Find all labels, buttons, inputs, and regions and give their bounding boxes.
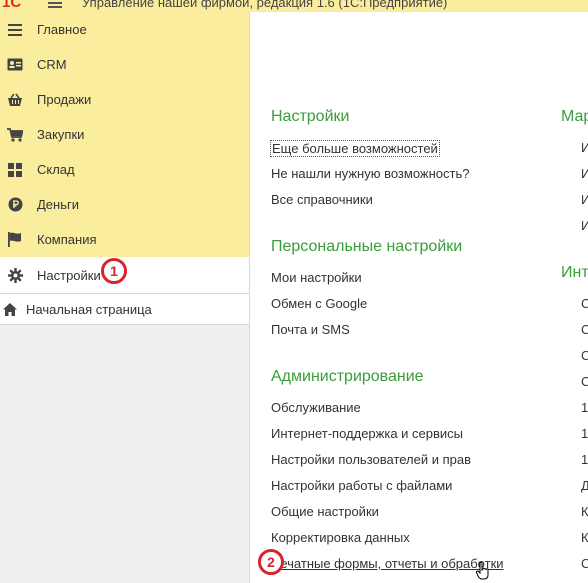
sidebar-item-label: Закупки: [37, 127, 85, 142]
window-title: Управление нашей фирмой, редакция 1.6 (1…: [82, 0, 448, 10]
gear-icon: [7, 267, 23, 283]
sidebar-item-main[interactable]: Главное: [0, 12, 249, 47]
link-col2-item[interactable]: И: [581, 140, 588, 155]
sidebar-item-label: Настройки: [37, 267, 101, 283]
sidebar-item-label: Компания: [37, 232, 97, 247]
sidebar-item-warehouse[interactable]: Склад: [0, 152, 249, 187]
link-file-settings[interactable]: Настройки работы с файлами: [271, 478, 452, 493]
sidebar-item-label: Продажи: [37, 92, 92, 107]
link-col2-item[interactable]: 1: [581, 426, 588, 441]
cart-icon: [7, 127, 23, 143]
section-title-marketing: Мар: [561, 108, 588, 125]
link-col2-item[interactable]: С: [581, 296, 588, 311]
warehouse-grid-icon: [7, 162, 23, 178]
sidebar-item-money[interactable]: Деньги: [0, 187, 249, 222]
sidebar-item-label: Главное: [37, 22, 87, 37]
hamburger-menu-icon[interactable]: [48, 0, 62, 8]
basket-icon: [7, 92, 23, 108]
link-print-forms-reports[interactable]: Печатные формы, отчеты и обработки: [271, 556, 504, 571]
link-col2-item[interactable]: 1: [581, 400, 588, 415]
link-general-settings[interactable]: Общие настройки: [271, 504, 379, 519]
menu-icon: [7, 22, 23, 38]
link-feature-not-found[interactable]: Не нашли нужную возможность?: [271, 166, 469, 181]
section-title-integration: Инт: [561, 264, 588, 281]
link-col2-item[interactable]: И: [581, 166, 588, 181]
sidebar-item-sales[interactable]: Продажи: [0, 82, 249, 117]
link-users-rights[interactable]: Настройки пользователей и прав: [271, 452, 471, 467]
link-col2-item[interactable]: Д: [581, 478, 588, 493]
sidebar-item-label: Склад: [37, 162, 75, 177]
annotation-badge-1: 1: [101, 258, 127, 284]
link-google-exchange[interactable]: Обмен с Google: [271, 296, 367, 311]
link-my-settings[interactable]: Мои настройки: [271, 270, 362, 285]
window-title-bar: 1С Управление нашей фирмой, редакция 1.6…: [0, 0, 588, 12]
sidebar-item-label: Деньги: [37, 197, 79, 212]
settings-panel: Настройки Еще больше возможностей Не наш…: [250, 12, 588, 583]
home-icon: [2, 301, 18, 317]
link-all-catalogs[interactable]: Все справочники: [271, 192, 373, 207]
link-internet-support[interactable]: Интернет-поддержка и сервисы: [271, 426, 463, 441]
sidebar: Главное CRM Продажи Закупки Склад Деньги…: [0, 12, 250, 583]
link-maintenance[interactable]: Обслуживание: [271, 400, 361, 415]
app-logo[interactable]: 1С: [2, 0, 21, 11]
link-col2-item[interactable]: С: [581, 348, 588, 363]
sidebar-item-start-page[interactable]: Начальная страница: [0, 293, 249, 325]
section-title-administration: Администрирование: [271, 368, 424, 385]
link-col2-item[interactable]: С: [581, 322, 588, 337]
section-title-settings: Настройки: [271, 108, 350, 125]
link-col2-item[interactable]: 1: [581, 452, 588, 467]
link-col2-item[interactable]: С: [581, 374, 588, 389]
link-mail-sms[interactable]: Почта и SMS: [271, 322, 350, 337]
contact-card-icon: [7, 57, 23, 73]
link-col2-item[interactable]: С: [581, 556, 588, 571]
link-col2-item[interactable]: К: [581, 504, 588, 519]
sidebar-item-label: Начальная страница: [26, 301, 152, 317]
link-col2-item[interactable]: И: [581, 192, 588, 207]
sidebar-item-company[interactable]: Компания: [0, 222, 249, 257]
ruble-coin-icon: [7, 197, 23, 213]
sidebar-item-purchases[interactable]: Закупки: [0, 117, 249, 152]
hand-cursor-icon: [476, 562, 489, 580]
flag-icon: [7, 232, 23, 248]
link-data-correction[interactable]: Корректировка данных: [271, 530, 410, 545]
link-col2-item[interactable]: И: [581, 218, 588, 233]
section-title-personal-settings: Персональные настройки: [271, 238, 463, 255]
sidebar-item-label: CRM: [37, 57, 67, 72]
annotation-badge-2: 2: [258, 549, 284, 575]
link-more-features[interactable]: Еще больше возможностей: [270, 140, 440, 157]
sidebar-item-crm[interactable]: CRM: [0, 47, 249, 82]
link-col2-item[interactable]: К: [581, 530, 588, 545]
sidebar-sections: Главное CRM Продажи Закупки Склад Деньги…: [0, 12, 249, 257]
